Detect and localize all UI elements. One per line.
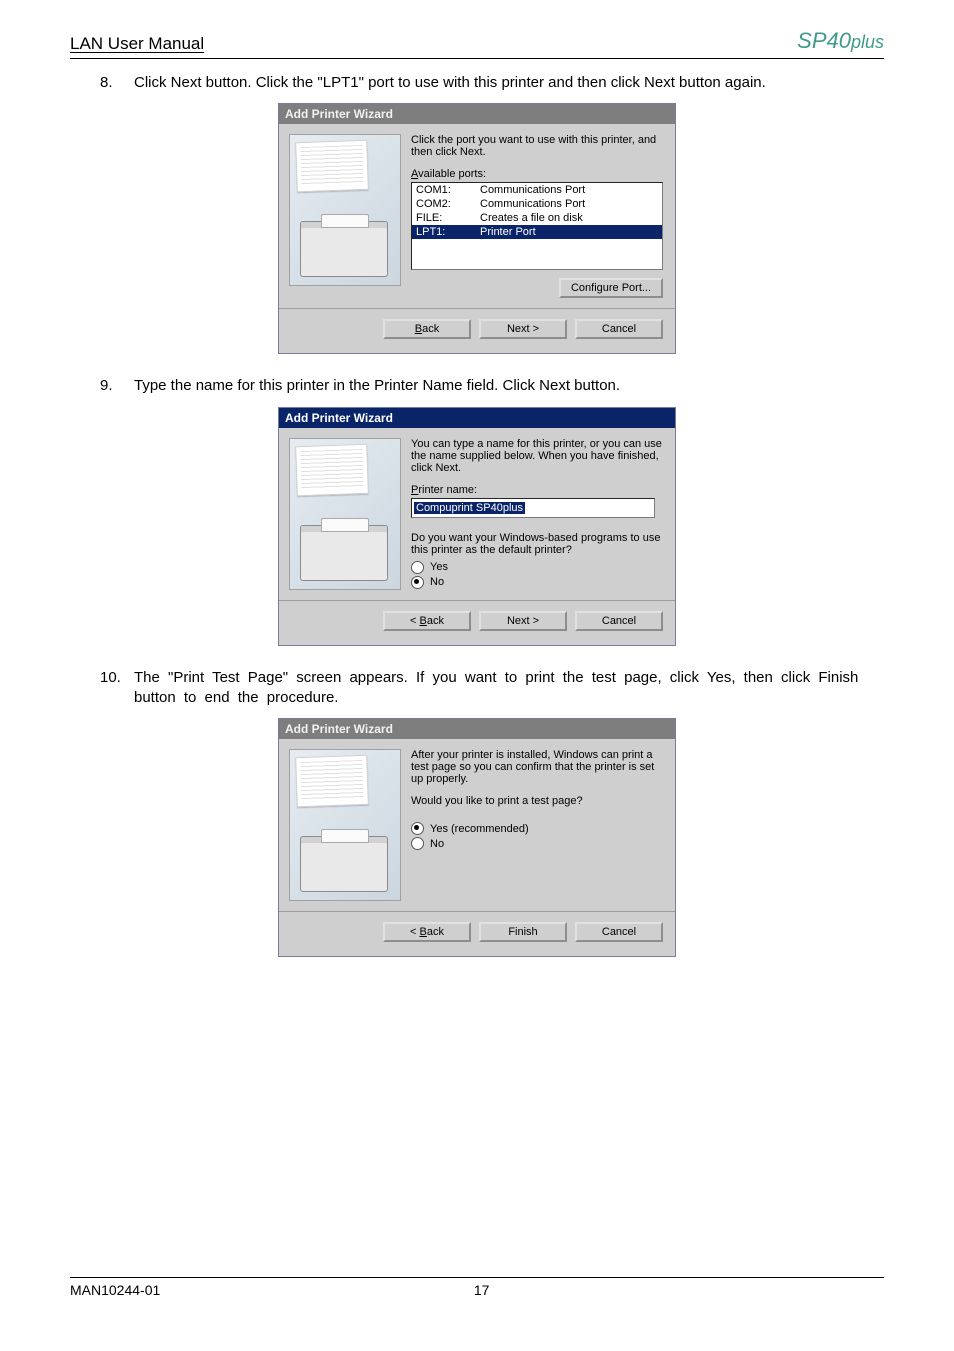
printer-name-label: Printer name: (411, 484, 663, 496)
available-ports-label: Available ports: (411, 168, 663, 180)
wizard-illustration (289, 134, 401, 286)
test-page-question: Would you like to print a test page? (411, 795, 663, 807)
manual-title: LAN User Manual (70, 34, 204, 54)
step-number: 9. (100, 376, 134, 396)
dialog-select-port: Add Printer Wizard Click the port you wa… (278, 103, 676, 354)
configure-port-button[interactable]: Configure Port... (559, 278, 663, 298)
dialog-titlebar: Add Printer Wizard (279, 104, 675, 124)
radio-icon (411, 837, 424, 850)
radio-no[interactable]: No (411, 837, 663, 850)
default-printer-question: Do you want your Windows-based programs … (411, 532, 663, 556)
radio-yes[interactable]: Yes (recommended) (411, 822, 663, 835)
cancel-button[interactable]: Cancel (575, 922, 663, 942)
dialog-test-page: Add Printer Wizard After your printer is… (278, 718, 676, 957)
step-text: Type the name for this printer in the Pr… (134, 376, 874, 396)
page-number: 17 (474, 1282, 490, 1298)
wizard-illustration (289, 438, 401, 590)
port-row-com2[interactable]: COM2: Communications Port (412, 197, 662, 211)
dialog-printer-name: Add Printer Wizard You can type a name f… (278, 407, 676, 646)
printer-name-input[interactable]: Compuprint SP40plus (411, 498, 655, 518)
ports-listbox[interactable]: COM1: Communications Port COM2: Communic… (411, 182, 663, 270)
dialog-titlebar: Add Printer Wizard (279, 719, 675, 739)
radio-no[interactable]: No (411, 576, 663, 589)
back-button[interactable]: Back (383, 319, 471, 339)
wizard-illustration (289, 749, 401, 901)
port-row-lpt1[interactable]: LPT1: Printer Port (412, 225, 662, 239)
dialog-instruction: Click the port you want to use with this… (411, 134, 663, 158)
doc-id: MAN10244-01 (70, 1282, 160, 1298)
step-8: 8. Click Next button. Click the "LPT1" p… (100, 73, 874, 93)
back-button[interactable]: < Back (383, 611, 471, 631)
cancel-button[interactable]: Cancel (575, 611, 663, 631)
finish-button[interactable]: Finish (479, 922, 567, 942)
product-name: SP40 (797, 28, 851, 53)
step-9: 9. Type the name for this printer in the… (100, 376, 874, 396)
radio-icon (411, 561, 424, 574)
printer-name-value: Compuprint SP40plus (414, 502, 525, 514)
dialog-instruction: You can type a name for this printer, or… (411, 438, 663, 474)
step-text: Click Next button. Click the "LPT1" port… (134, 73, 874, 93)
radio-yes[interactable]: Yes (411, 561, 663, 574)
cancel-button[interactable]: Cancel (575, 319, 663, 339)
product-logo: SP40plus (797, 28, 884, 54)
page-header: LAN User Manual SP40plus (70, 28, 884, 59)
step-number: 8. (100, 73, 134, 93)
radio-icon (411, 576, 424, 589)
product-suffix: plus (851, 32, 884, 52)
port-row-com1[interactable]: COM1: Communications Port (412, 183, 662, 197)
radio-icon (411, 822, 424, 835)
step-number: 10. (100, 668, 134, 709)
next-button[interactable]: Next > (479, 611, 567, 631)
step-text: The "Print Test Page" screen appears. If… (134, 668, 874, 709)
port-row-file[interactable]: FILE: Creates a file on disk (412, 211, 662, 225)
step-10: 10. The "Print Test Page" screen appears… (100, 668, 874, 709)
back-button[interactable]: < Back (383, 922, 471, 942)
page-footer: MAN10244-01 17 (70, 1277, 884, 1298)
next-button[interactable]: Next > (479, 319, 567, 339)
dialog-titlebar: Add Printer Wizard (279, 408, 675, 428)
dialog-instruction: After your printer is installed, Windows… (411, 749, 663, 785)
